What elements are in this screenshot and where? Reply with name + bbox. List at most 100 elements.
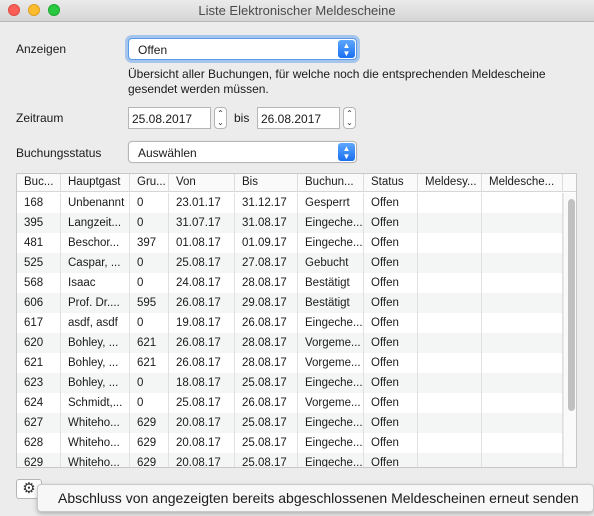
cell-col-buchung: 621 [17,353,61,373]
cell-col-buchung: 627 [17,413,61,433]
table-row[interactable]: 481 Beschor... 397 01.08.17 01.09.17 Eingeche… [17,233,576,253]
cell-col-buchungsstatus: Eingeche... [298,453,364,467]
header-col-status[interactable]: Status [364,174,418,192]
cell-col-buchungsstatus: Vorgeme... [298,393,364,413]
date-from-value: 25.08.2017 [132,112,193,126]
table-row[interactable]: 628 Whiteho... 629 20.08.17 25.08.17 Eingeche… [17,433,576,453]
table-row[interactable]: 606 Prof. Dr.... 595 26.08.17 29.08.17 Bestät… [17,293,576,313]
table-row[interactable]: 629 Whiteho... 629 20.08.17 25.08.17 Eingeche… [17,453,576,467]
cell-col-buchungsstatus: Gebucht [298,253,364,273]
header-col-gruppe[interactable]: Gru... [130,174,169,192]
cell-col-gruppe: 629 [130,453,169,467]
cell-col-status: Offen [364,373,418,393]
table-row[interactable]: 395 Langzeit... 0 31.07.17 31.08.17 Eingeche.… [17,213,576,233]
bookings-table[interactable]: Buc... Hauptgast Gru... Von Bis Buchun... Stat… [16,173,577,468]
date-from-stepper[interactable]: ⌃ ⌄ [214,107,227,129]
header-col-meldeschein[interactable]: Meldesche... [482,174,563,192]
cell-col-buchung: 395 [17,213,61,233]
cell-col-buchung: 606 [17,293,61,313]
cell-col-status: Offen [364,353,418,373]
table-row[interactable]: 621 Bohley, ... 621 26.08.17 28.08.17 Vorgeme… [17,353,576,373]
cell-col-buchung: 568 [17,273,61,293]
date-to-field[interactable]: 26.08.2017 [257,107,340,129]
cell-col-gruppe: 0 [130,213,169,233]
cell-col-status: Offen [364,453,418,467]
anzeigen-description: Übersicht aller Buchungen, für welche no… [128,67,546,96]
bis-label: bis [234,111,250,125]
cell-col-buchung: 168 [17,193,61,213]
cell-col-gruppe: 629 [130,433,169,453]
cell-col-meldeschein [482,193,563,213]
cell-col-hauptgast: Langzeit... [61,213,130,233]
cell-col-bis: 01.09.17 [235,233,298,253]
cell-col-gruppe: 621 [130,353,169,373]
cell-col-meldesystem [418,273,482,293]
header-col-buchung[interactable]: Buc... [17,174,61,192]
table-row[interactable]: 620 Bohley, ... 621 26.08.17 28.08.17 Vorgeme… [17,333,576,353]
cell-col-status: Offen [364,193,418,213]
cell-col-hauptgast: Beschor... [61,233,130,253]
cell-col-meldeschein [482,393,563,413]
cell-col-buchung: 620 [17,333,61,353]
scrollbar-thumb[interactable] [568,199,575,411]
window-title: Liste Elektronischer Meldescheine [198,3,396,18]
cell-col-meldeschein [482,433,563,453]
table-row[interactable]: 568 Isaac 0 24.08.17 28.08.17 Bestätigt Offen [17,273,576,293]
cell-col-buchung: 617 [17,313,61,333]
table-header: Buc... Hauptgast Gru... Von Bis Buchun... Stat… [17,174,576,192]
cell-col-buchungsstatus: Eingeche... [298,373,364,393]
title-bar: Liste Elektronischer Meldescheine [0,0,594,22]
header-col-meldesystem[interactable]: Meldesy... [418,174,482,192]
table-row[interactable]: 617 asdf, asdf 0 19.08.17 26.08.17 Eingeche..… [17,313,576,333]
header-col-bis[interactable]: Bis [235,174,298,192]
date-to-stepper[interactable]: ⌃ ⌄ [343,107,356,129]
cell-col-gruppe: 397 [130,233,169,253]
cell-col-gruppe: 0 [130,193,169,213]
cell-col-gruppe: 0 [130,313,169,333]
cell-col-buchungsstatus: Bestätigt [298,293,364,313]
cell-col-meldesystem [418,373,482,393]
table-row[interactable]: 168 Unbenannt 0 23.01.17 31.12.17 Gesperrt Off… [17,193,576,213]
table-row[interactable]: 623 Bohley, ... 0 18.08.17 25.08.17 Eingeche.… [17,373,576,393]
cell-col-status: Offen [364,433,418,453]
cell-col-von: 01.08.17 [169,233,235,253]
cell-col-von: 26.08.17 [169,333,235,353]
chevron-updown-icon: ▲ ▼ [338,143,355,161]
cell-col-bis: 26.08.17 [235,393,298,413]
cell-col-meldeschein [482,273,563,293]
cell-col-bis: 25.08.17 [235,413,298,433]
cell-col-buchungsstatus: Eingeche... [298,313,364,333]
cell-col-bis: 29.08.17 [235,293,298,313]
header-col-von[interactable]: Von [169,174,235,192]
table-row[interactable]: 627 Whiteho... 629 20.08.17 25.08.17 Eingeche… [17,413,576,433]
vertical-scrollbar[interactable] [563,193,576,467]
cell-col-meldeschein [482,333,563,353]
buchungsstatus-popup[interactable]: Auswählen ▲ ▼ [128,141,357,163]
cell-col-von: 31.07.17 [169,213,235,233]
cell-col-hauptgast: Whiteho... [61,433,130,453]
table-row[interactable]: 624 Schmidt,... 0 25.08.17 26.08.17 Vorgeme..… [17,393,576,413]
zeitraum-label: Zeitraum [16,111,64,125]
anzeigen-value: Offen [138,43,168,57]
cell-col-von: 23.01.17 [169,193,235,213]
cell-col-meldeschein [482,453,563,467]
cell-col-von: 26.08.17 [169,293,235,313]
cell-col-meldesystem [418,193,482,213]
cell-col-von: 25.08.17 [169,393,235,413]
cell-col-buchung: 624 [17,393,61,413]
table-row[interactable]: 525 Caspar, ... 0 25.08.17 27.08.17 Gebucht Of… [17,253,576,273]
date-to-value: 26.08.2017 [261,112,322,126]
cell-col-meldesystem [418,333,482,353]
date-from-field[interactable]: 25.08.2017 [128,107,211,129]
header-col-hauptgast[interactable]: Hauptgast [61,174,130,192]
cell-col-von: 20.08.17 [169,413,235,433]
cell-col-buchungsstatus: Eingeche... [298,433,364,453]
cell-col-buchungsstatus: Bestätigt [298,273,364,293]
cell-col-meldesystem [418,233,482,253]
anzeigen-popup[interactable]: Offen ▲ ▼ [128,38,357,60]
cell-col-meldesystem [418,413,482,433]
cell-col-buchungsstatus: Eingeche... [298,233,364,253]
cell-col-hauptgast: asdf, asdf [61,313,130,333]
header-col-buchungsstatus[interactable]: Buchun... [298,174,364,192]
cell-col-bis: 31.08.17 [235,213,298,233]
